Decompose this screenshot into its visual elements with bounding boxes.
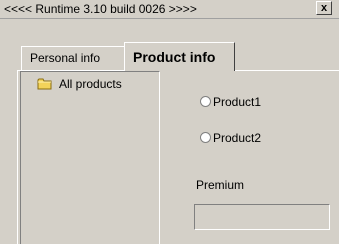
product2-radio[interactable]: Product2: [200, 131, 261, 145]
product2-label: Product2: [213, 131, 262, 145]
products-tree[interactable]: All products: [20, 71, 160, 244]
tab-personal-info[interactable]: Personal info: [21, 46, 126, 70]
tab-product-info-label: Product info: [133, 49, 216, 65]
premium-field[interactable]: [194, 204, 330, 230]
window-title: <<<< Runtime 3.10 build 0026 >>>>: [4, 2, 197, 16]
radio-button-icon[interactable]: [200, 132, 211, 143]
tab-product-info[interactable]: Product info: [124, 42, 235, 71]
window-title-bar: <<<< Runtime 3.10 build 0026 >>>> x: [0, 0, 339, 19]
product1-radio[interactable]: Product1: [200, 95, 261, 109]
radio-button-icon[interactable]: [200, 96, 211, 107]
close-button[interactable]: x: [316, 1, 332, 15]
product1-label: Product1: [213, 95, 262, 109]
close-icon: x: [320, 2, 328, 14]
folder-icon: [37, 77, 53, 90]
premium-label: Premium: [196, 178, 245, 192]
tree-item-all-products[interactable]: All products: [37, 77, 122, 91]
tree-item-label: All products: [59, 77, 122, 91]
tab-personal-info-label: Personal info: [30, 51, 101, 65]
